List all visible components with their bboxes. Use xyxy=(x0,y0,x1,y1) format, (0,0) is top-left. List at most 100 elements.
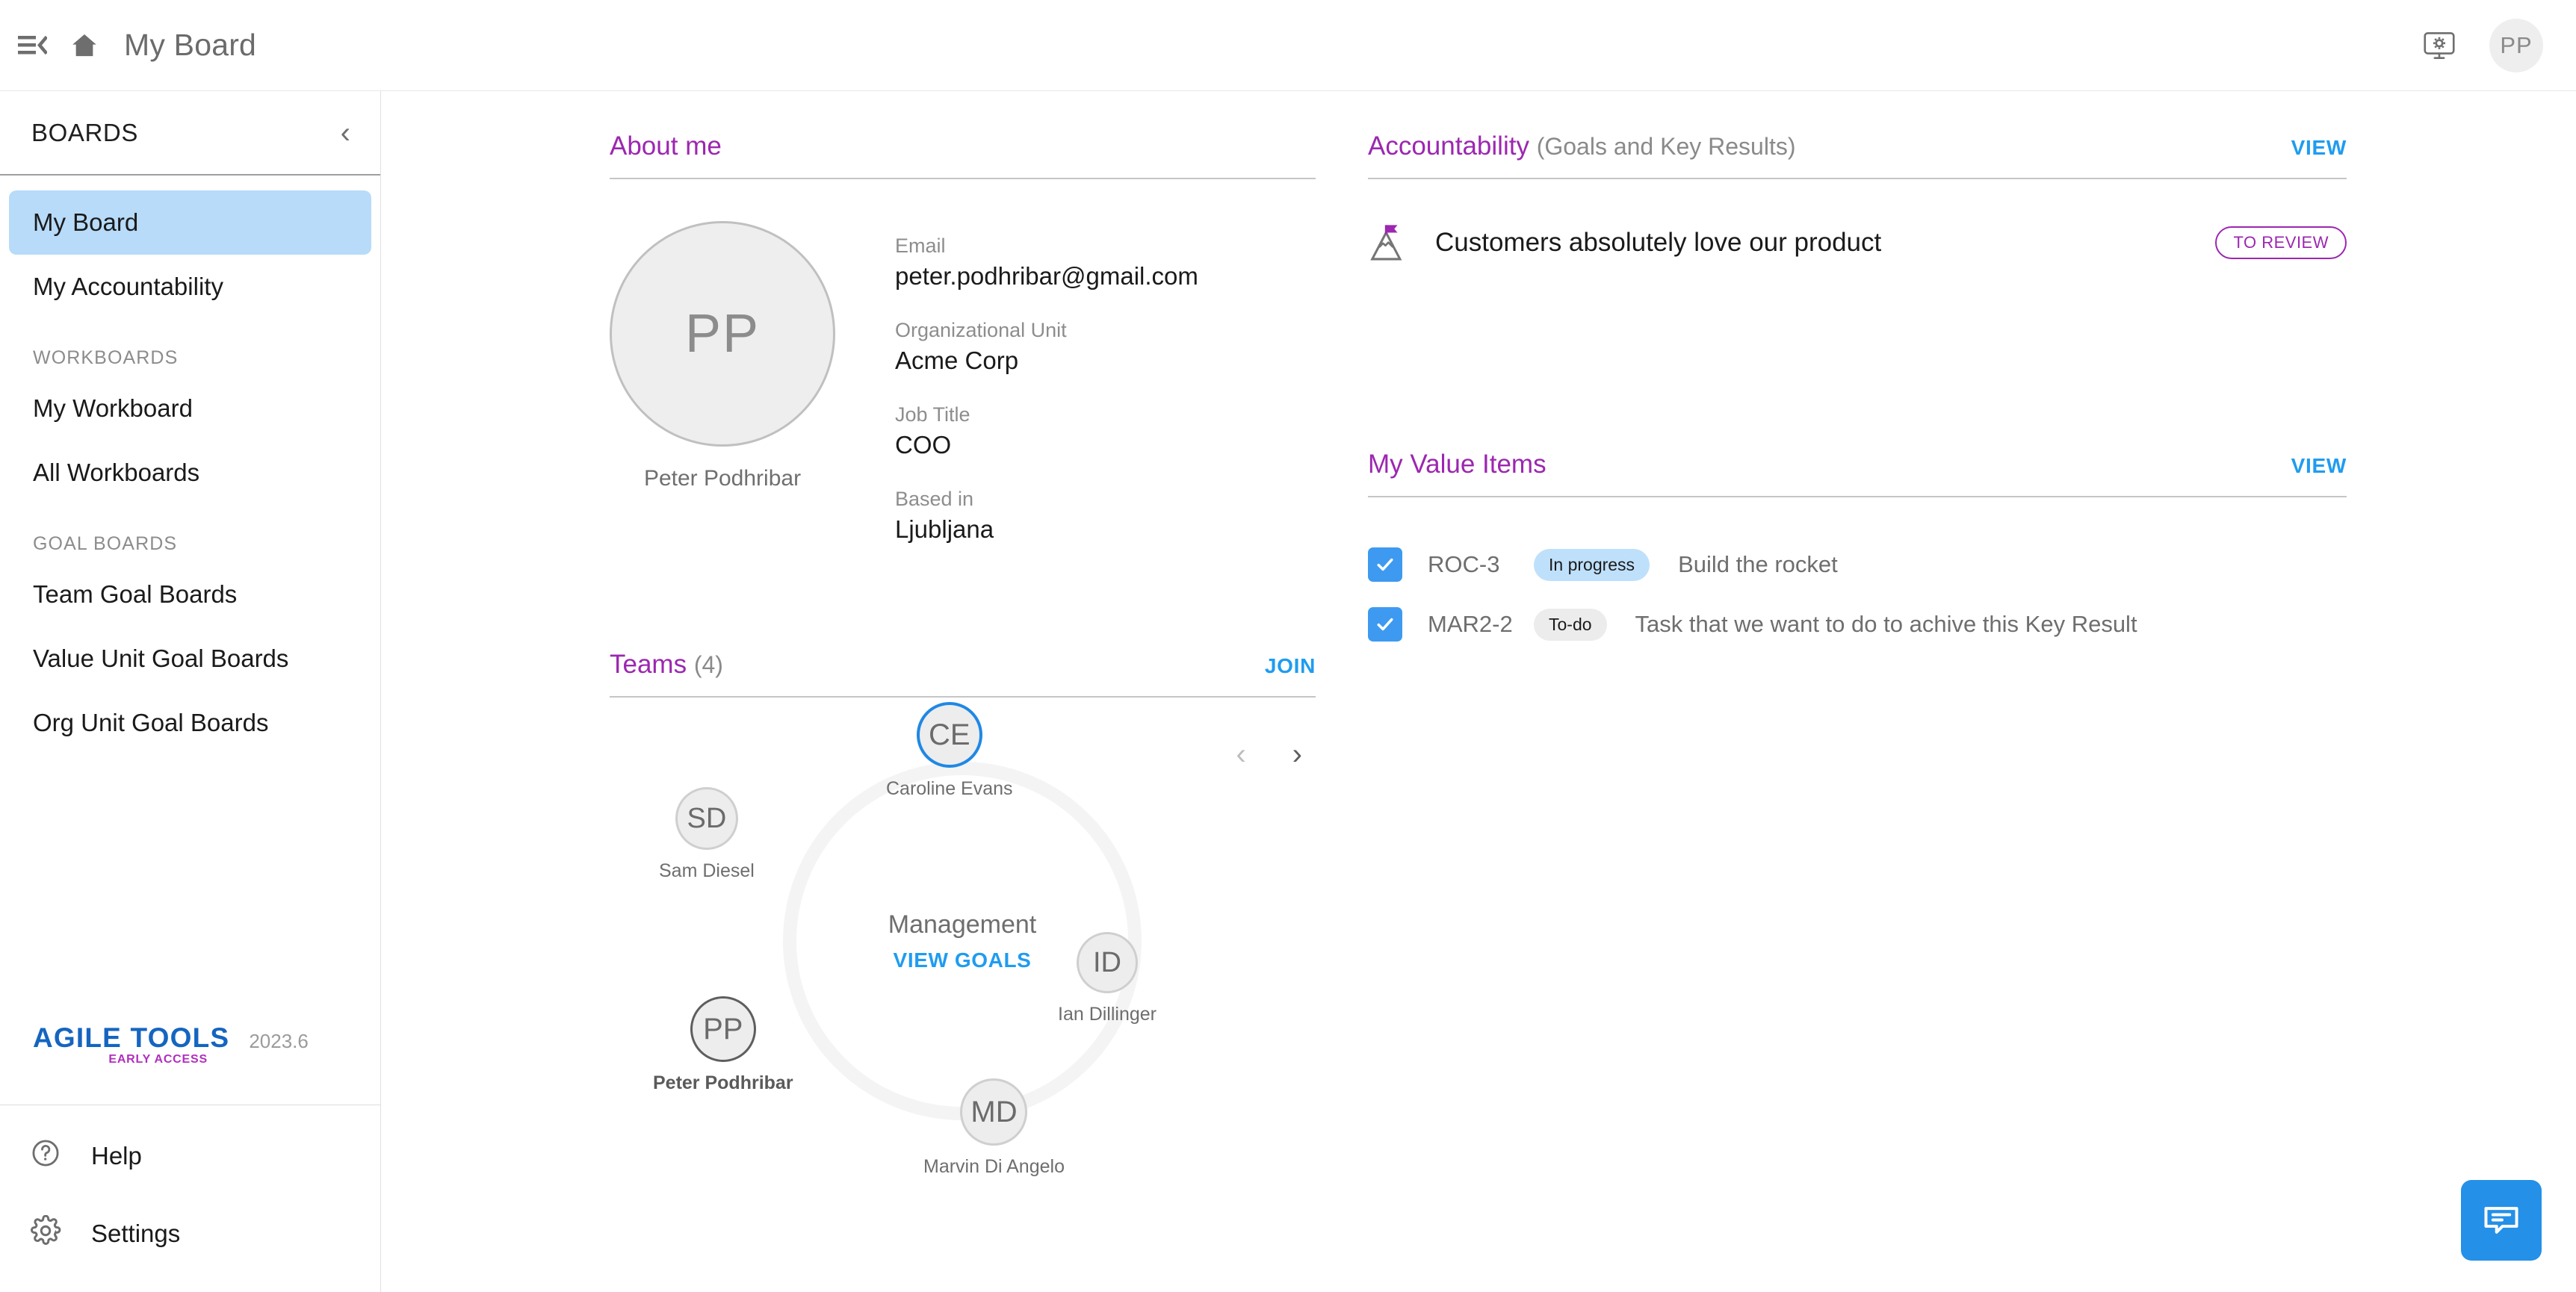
sidebar-item-team-goal-boards[interactable]: Team Goal Boards xyxy=(9,562,371,627)
member-avatar: MD xyxy=(960,1078,1028,1146)
brand-name: AGILE TOOLS xyxy=(33,1022,230,1053)
app-root: My Board PP BOARDS ‹ My Board My Account… xyxy=(0,0,2576,1292)
sidebar-collapse-icon[interactable]: ‹ xyxy=(341,118,350,148)
field-organizational-unit: Organizational Unit Acme Corp xyxy=(895,319,1198,375)
team-prev-icon[interactable]: ‹ xyxy=(1236,738,1245,771)
monitor-gear-icon[interactable] xyxy=(2416,22,2462,69)
member-avatar: ID xyxy=(1077,932,1138,993)
gear-icon xyxy=(30,1214,61,1252)
value-items-list: ROC-3 In progress Build the rocket MAR2-… xyxy=(1368,497,2347,654)
sidebar-item-my-workboard[interactable]: My Workboard xyxy=(9,376,371,441)
value-item-title: Task that we want to do to achive this K… xyxy=(1635,611,2137,637)
value-items-panel: My Value Items VIEW ROC-3 In progress Bu… xyxy=(1368,450,2347,654)
team-member-ian-dillinger[interactable]: ID Ian Dillinger xyxy=(1058,932,1157,1025)
member-name: Ian Dillinger xyxy=(1058,1004,1157,1025)
sidebar-item-all-workboards[interactable]: All Workboards xyxy=(9,441,371,505)
sidebar-item-org-unit-goal-boards[interactable]: Org Unit Goal Boards xyxy=(9,691,371,755)
page-title: My Board xyxy=(124,28,257,62)
field-value: Ljubljana xyxy=(895,515,994,543)
left-column: About me PP Peter Podhribar Email peter.… xyxy=(610,91,1316,1292)
sidebar-item-label: Org Unit Goal Boards xyxy=(33,709,269,736)
value-items-title: My Value Items xyxy=(1368,450,1546,479)
accountability-panel: Accountability (Goals and Key Results) V… xyxy=(1368,91,2347,263)
sidebar-item-help[interactable]: Help xyxy=(0,1117,380,1195)
main-content: About me PP Peter Podhribar Email peter.… xyxy=(382,91,2576,1292)
about-me-header: About me xyxy=(610,131,1316,179)
brand-tagline: EARLY ACCESS xyxy=(108,1053,208,1066)
member-name: Peter Podhribar xyxy=(653,1072,793,1093)
sidebar-item-label: Settings xyxy=(91,1220,181,1247)
accountability-title-text: Accountability xyxy=(1368,131,1529,161)
sidebar-item-my-board[interactable]: My Board xyxy=(9,190,371,255)
field-label: Organizational Unit xyxy=(895,319,1067,341)
value-item-key: MAR2-2 xyxy=(1428,611,1513,637)
status-badge[interactable]: TO REVIEW xyxy=(2215,226,2347,259)
field-label: Based in xyxy=(895,488,974,510)
team-member-sam-diesel[interactable]: SD Sam Diesel xyxy=(659,787,755,882)
accountability-title: Accountability (Goals and Key Results) xyxy=(1368,131,1796,161)
app-version: 2023.6 xyxy=(249,1030,309,1052)
sidebar-section-goal-boards: GOAL BOARDS xyxy=(33,533,178,554)
sidebar-item-value-unit-goal-boards[interactable]: Value Unit Goal Boards xyxy=(9,627,371,691)
mountain-flag-icon xyxy=(1368,223,1410,263)
member-name: Sam Diesel xyxy=(659,860,755,881)
value-item-row[interactable]: ROC-3 In progress Build the rocket xyxy=(1368,535,2347,594)
sidebar-item-label: Value Unit Goal Boards xyxy=(33,645,289,672)
field-value: Acme Corp xyxy=(895,347,1019,374)
sidebar-bottom: AGILE TOOLS EARLY ACCESS 2023.6 Help Set… xyxy=(0,1024,380,1292)
about-me-body: PP Peter Podhribar Email peter.podhribar… xyxy=(610,179,1316,572)
field-email: Email peter.podhribar@gmail.com xyxy=(895,235,1198,291)
home-icon[interactable] xyxy=(61,22,108,69)
field-value: peter.podhribar@gmail.com xyxy=(895,262,1198,290)
teams-title-text: Teams xyxy=(610,650,687,679)
sidebar-item-label: Team Goal Boards xyxy=(33,580,238,608)
team-member-caroline-evans[interactable]: CE Caroline Evans xyxy=(886,702,1013,800)
sidebar-item-label: Help xyxy=(91,1142,142,1170)
top-bar: My Board PP xyxy=(0,0,2576,91)
field-label: Job Title xyxy=(895,403,970,426)
team-member-marvin-di-angelo[interactable]: MD Marvin Di Angelo xyxy=(923,1078,1065,1178)
help-circle-icon xyxy=(30,1137,61,1175)
value-item-row[interactable]: MAR2-2 To-do Task that we want to do to … xyxy=(1368,594,2347,654)
accountability-header: Accountability (Goals and Key Results) V… xyxy=(1368,131,2347,179)
member-avatar: SD xyxy=(675,787,738,850)
field-based-in: Based in Ljubljana xyxy=(895,488,1198,544)
about-me-title: About me xyxy=(610,131,722,161)
accountability-item-text: Customers absolutely love our product xyxy=(1435,228,1882,257)
teams-count: (4) xyxy=(693,651,723,678)
team-carousel: ‹ › Management VIEW GOALS CE Caroline Ev… xyxy=(610,702,1316,1292)
teams-header: Teams (4) JOIN xyxy=(610,650,1316,698)
member-name: Marvin Di Angelo xyxy=(923,1156,1065,1177)
avatar[interactable]: PP xyxy=(2489,18,2543,72)
team-name: Management xyxy=(888,910,1037,939)
sidebar-item-label: My Board xyxy=(33,208,139,236)
brand-block: AGILE TOOLS EARLY ACCESS 2023.6 xyxy=(0,1024,380,1105)
value-item-checkbox[interactable] xyxy=(1368,607,1402,642)
value-item-title: Build the rocket xyxy=(1678,551,1838,577)
value-items-view-button[interactable]: VIEW xyxy=(2291,454,2347,478)
accountability-item[interactable]: Customers absolutely love our product TO… xyxy=(1368,179,2347,263)
team-nav: ‹ › xyxy=(1236,738,1302,771)
profile-avatar: PP xyxy=(610,221,835,447)
value-items-header: My Value Items VIEW xyxy=(1368,450,2347,497)
value-item-status-badge: In progress xyxy=(1534,548,1650,581)
team-next-icon[interactable]: › xyxy=(1292,738,1302,771)
profile-name: Peter Podhribar xyxy=(643,466,802,491)
about-me-panel: About me PP Peter Podhribar Email peter.… xyxy=(610,91,1316,572)
sidebar-item-label: All Workboards xyxy=(33,459,200,486)
field-label: Email xyxy=(895,235,946,257)
accountability-view-button[interactable]: VIEW xyxy=(2291,136,2347,160)
right-column: Accountability (Goals and Key Results) V… xyxy=(1368,91,2347,654)
chat-button[interactable] xyxy=(2461,1180,2542,1261)
join-team-button[interactable]: JOIN xyxy=(1265,654,1316,678)
sidebar-item-settings[interactable]: Settings xyxy=(0,1195,380,1273)
view-goals-link[interactable]: VIEW GOALS xyxy=(894,948,1032,972)
app-logo: AGILE TOOLS EARLY ACCESS xyxy=(33,1024,229,1066)
sidebar-item-my-accountability[interactable]: My Accountability xyxy=(9,255,371,319)
sidebar-header: BOARDS ‹ xyxy=(0,91,380,176)
team-member-peter-podhribar[interactable]: PP Peter Podhribar xyxy=(653,996,793,1094)
menu-collapse-icon[interactable] xyxy=(9,22,55,69)
value-item-checkbox[interactable] xyxy=(1368,547,1402,582)
top-bar-actions: PP xyxy=(2416,18,2576,72)
sidebar-section-workboards: WORKBOARDS xyxy=(33,347,179,368)
